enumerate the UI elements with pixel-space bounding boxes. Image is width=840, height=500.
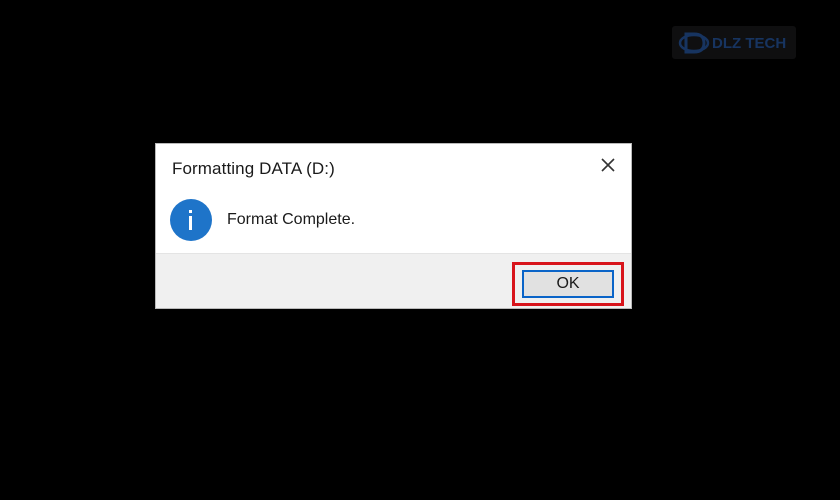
dialog-message: Format Complete. <box>227 211 356 228</box>
svg-text:DLZ TECH: DLZ TECH <box>712 35 786 52</box>
dlz-logo-icon: DLZ TECH <box>678 32 786 54</box>
desktop-background: DLZ TECH Formatting DATA (D:) Format Com… <box>0 0 840 500</box>
dialog-title: Formatting DATA (D:) <box>172 159 335 178</box>
format-complete-dialog: Formatting DATA (D:) Format Complete. OK <box>155 143 632 309</box>
dlz-tech-watermark: DLZ TECH <box>672 26 796 59</box>
ok-button[interactable]: OK <box>522 270 614 298</box>
ok-button-highlight: OK <box>512 262 624 306</box>
close-icon <box>601 158 615 172</box>
close-button[interactable] <box>597 154 619 176</box>
info-icon <box>170 199 212 241</box>
dialog-content: Format Complete. <box>170 199 355 241</box>
